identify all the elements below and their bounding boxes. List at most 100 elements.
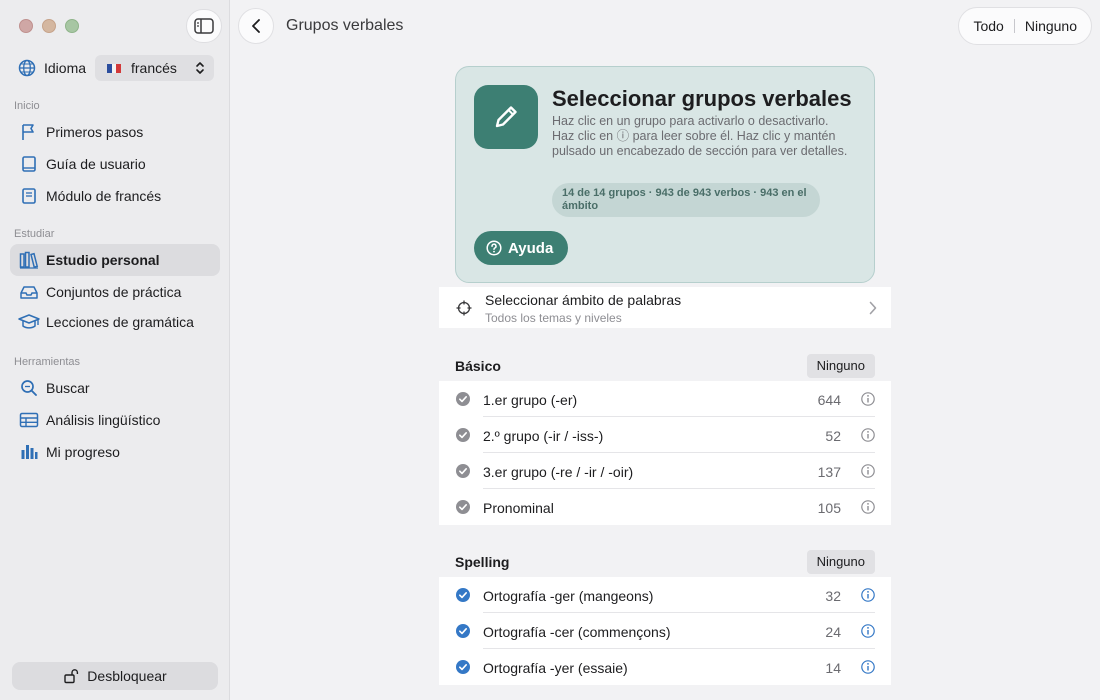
table-icon (19, 412, 39, 428)
sidebar-item-lecciones-gramatica[interactable]: Lecciones de gramática (10, 306, 220, 338)
select-all-none-control: Todo Ninguno (958, 7, 1092, 45)
row-label: 2.º grupo (-ir / -iss-) (483, 428, 604, 444)
sidebar-item-buscar[interactable]: Buscar (10, 372, 220, 404)
check-circle-icon (456, 660, 470, 674)
info-icon[interactable] (861, 464, 875, 478)
language-value: francés (131, 60, 177, 76)
sidebar-item-analisis-linguistico[interactable]: Análisis lingüístico (10, 404, 220, 436)
back-button[interactable] (238, 8, 274, 44)
chevron-left-icon (252, 19, 260, 33)
table-row[interactable]: Ortografía -yer (essaie) 14 (439, 649, 891, 685)
table-row[interactable]: Ortografía -ger (mangeons) 32 (439, 577, 891, 613)
language-row: Idioma francés (18, 55, 214, 81)
check-circle-icon (456, 392, 470, 406)
word-scope-row[interactable]: Seleccionar ámbito de palabras Todos los… (439, 287, 891, 328)
page-title: Grupos verbales (286, 17, 404, 34)
hero-icon-tile (474, 85, 538, 149)
info-icon[interactable] (861, 588, 875, 602)
graduation-cap-icon (18, 314, 40, 329)
row-count: 14 (825, 660, 841, 676)
sidebar-item-label: Análisis lingüístico (46, 412, 161, 428)
sidebar: Idioma francés Inicio Primeros pasos Guí… (0, 0, 230, 700)
group-title: Básico (455, 358, 501, 374)
group-header-basico[interactable]: Básico Ninguno (455, 354, 875, 378)
check-circle-icon (456, 464, 470, 478)
sidebar-item-label: Lecciones de gramática (46, 314, 194, 330)
select-none-button[interactable]: Ninguno (1019, 18, 1083, 34)
pencil-icon (495, 106, 517, 128)
group-header-spelling[interactable]: Spelling Ninguno (455, 550, 875, 574)
sidebar-item-label: Primeros pasos (46, 124, 144, 140)
hero-card: Seleccionar grupos verbales Haz clic en … (455, 66, 875, 283)
section-title-inicio: Inicio (14, 100, 40, 112)
row-label: Pronominal (483, 500, 554, 516)
sidebar-item-modulo-frances[interactable]: Módulo de francés (10, 180, 220, 212)
flag-icon (22, 124, 34, 140)
sidebar-icon (194, 18, 214, 34)
book-icon (22, 156, 36, 172)
sidebar-item-guia-de-usuario[interactable]: Guía de usuario (10, 148, 220, 180)
module-book-icon (22, 188, 36, 204)
group-rows-basico: 1.er grupo (-er) 644 2.º grupo (-ir / -i… (439, 381, 891, 525)
row-count: 644 (817, 392, 841, 408)
table-row[interactable]: 3.er grupo (-re / -ir / -oir) 137 (439, 453, 891, 489)
row-count: 24 (825, 624, 841, 640)
check-circle-icon (456, 500, 470, 514)
table-row[interactable]: 2.º grupo (-ir / -iss-) 52 (439, 417, 891, 453)
sidebar-item-label: Módulo de francés (46, 188, 162, 204)
sidebar-item-label: Buscar (46, 380, 90, 396)
row-count: 137 (817, 464, 841, 480)
maximize-window-button[interactable] (65, 19, 79, 33)
row-label: Ortografía -cer (commençons) (483, 624, 671, 640)
info-icon[interactable] (861, 500, 875, 514)
sidebar-item-mi-progreso[interactable]: Mi progreso (10, 436, 220, 468)
sidebar-item-estudio-personal[interactable]: Estudio personal (10, 244, 220, 276)
info-icon[interactable] (861, 624, 875, 638)
info-icon[interactable] (861, 392, 875, 406)
table-row[interactable]: Pronominal 105 (439, 489, 891, 525)
table-row[interactable]: Ortografía -cer (commençons) 24 (439, 613, 891, 649)
row-count: 52 (825, 428, 841, 444)
window-controls (19, 19, 79, 33)
group-title: Spelling (455, 554, 510, 570)
scope-subtitle: Todos los temas y niveles (485, 311, 622, 325)
row-label: Ortografía -ger (mangeons) (483, 588, 654, 604)
minimize-window-button[interactable] (42, 19, 56, 33)
section-title-herramientas: Herramientas (14, 356, 81, 368)
sidebar-item-label: Mi progreso (46, 444, 120, 460)
help-label: Ayuda (508, 239, 554, 257)
unlock-label: Desbloquear (87, 668, 167, 684)
close-window-button[interactable] (19, 19, 33, 33)
library-icon (19, 251, 39, 269)
sidebar-item-label: Guía de usuario (46, 156, 146, 172)
row-label: 3.er grupo (-re / -ir / -oir) (483, 464, 634, 480)
group-none-button[interactable]: Ninguno (806, 550, 875, 574)
row-count: 105 (817, 500, 841, 516)
select-all-button[interactable]: Todo (967, 18, 1009, 34)
crosshair-icon (456, 300, 472, 316)
group-rows-spelling: Ortografía -ger (mangeons) 32 Ortografía… (439, 577, 891, 685)
hero-title: Seleccionar grupos verbales (552, 86, 852, 111)
help-button[interactable]: Ayuda (474, 231, 568, 265)
bar-chart-icon (21, 445, 38, 459)
language-select[interactable]: francés (95, 55, 214, 81)
sidebar-item-label: Estudio personal (46, 252, 160, 268)
section-title-estudiar: Estudiar (14, 228, 55, 240)
france-flag-icon (107, 63, 122, 73)
row-label: 1.er grupo (-er) (483, 392, 578, 408)
info-icon[interactable] (861, 660, 875, 674)
sidebar-item-conjuntos-practica[interactable]: Conjuntos de práctica (10, 276, 220, 308)
tray-icon (20, 286, 38, 299)
check-circle-icon (456, 588, 470, 602)
group-none-button[interactable]: Ninguno (806, 354, 875, 378)
unlock-button[interactable]: Desbloquear (12, 662, 218, 690)
check-circle-icon (456, 624, 470, 638)
hero-description: Haz clic en un grupo para activarlo o de… (552, 114, 848, 158)
table-row[interactable]: 1.er grupo (-er) 644 (439, 381, 891, 417)
scope-title: Seleccionar ámbito de palabras (485, 292, 682, 308)
chevron-right-icon (869, 301, 877, 315)
info-icon[interactable] (861, 428, 875, 442)
question-circle-icon (486, 240, 502, 256)
sidebar-item-primeros-pasos[interactable]: Primeros pasos (10, 116, 220, 148)
sidebar-toggle-button[interactable] (186, 9, 222, 43)
